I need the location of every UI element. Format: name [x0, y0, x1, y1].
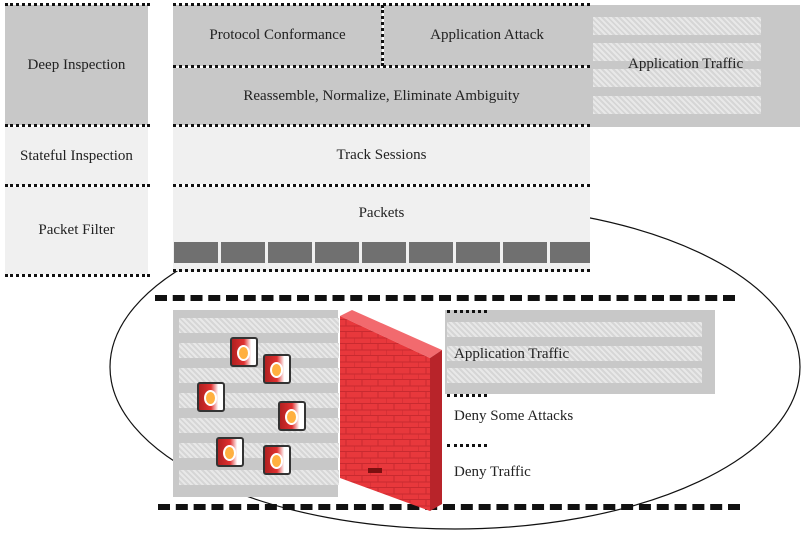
divider — [447, 444, 487, 447]
divider — [173, 3, 590, 6]
packet-block — [550, 242, 590, 263]
application-attack-box: Application Attack — [384, 5, 590, 66]
divider — [158, 504, 740, 510]
application-traffic-panel: Application Traffic — [590, 5, 800, 127]
divider — [5, 274, 150, 277]
divider — [173, 269, 590, 272]
protocol-conformance-box: Protocol Conformance — [173, 5, 382, 66]
deep-inspection-label: Deep Inspection — [5, 5, 148, 125]
attack-icon — [216, 437, 244, 467]
attack-icon — [278, 401, 306, 431]
firewall-icon — [340, 310, 442, 511]
divider — [5, 124, 150, 127]
attack-icon — [197, 382, 225, 412]
attack-icon — [263, 445, 291, 475]
packet-block — [174, 242, 218, 263]
packet-block — [362, 242, 406, 263]
divider — [5, 184, 150, 187]
reassemble-box: Reassemble, Normalize, Eliminate Ambigui… — [173, 68, 590, 125]
deny-some-attacks-label: Deny Some Attacks — [454, 408, 574, 424]
allowed-traffic-panel: Application Traffic — [445, 310, 715, 394]
packet-block — [456, 242, 500, 263]
attack-icon — [263, 354, 291, 384]
packet-block — [221, 242, 265, 263]
divider — [155, 295, 735, 301]
application-traffic-label: Application Traffic — [454, 346, 570, 362]
divider — [173, 124, 590, 127]
attack-icon — [230, 337, 258, 367]
stateful-inspection-label: Stateful Inspection — [5, 127, 148, 185]
divider — [447, 310, 487, 313]
packet-block — [315, 242, 359, 263]
divider — [381, 5, 384, 66]
divider — [5, 3, 150, 6]
packet-filter-label: Packet Filter — [5, 187, 148, 274]
packet-block — [409, 242, 453, 263]
packet-block — [503, 242, 547, 263]
divider — [173, 184, 590, 187]
deny-traffic-label: Deny Traffic — [454, 464, 531, 480]
divider — [173, 65, 590, 68]
packet-block — [268, 242, 312, 263]
application-traffic-label: Application Traffic — [628, 56, 744, 72]
divider — [447, 394, 487, 397]
track-sessions-box: Track Sessions — [173, 127, 590, 184]
